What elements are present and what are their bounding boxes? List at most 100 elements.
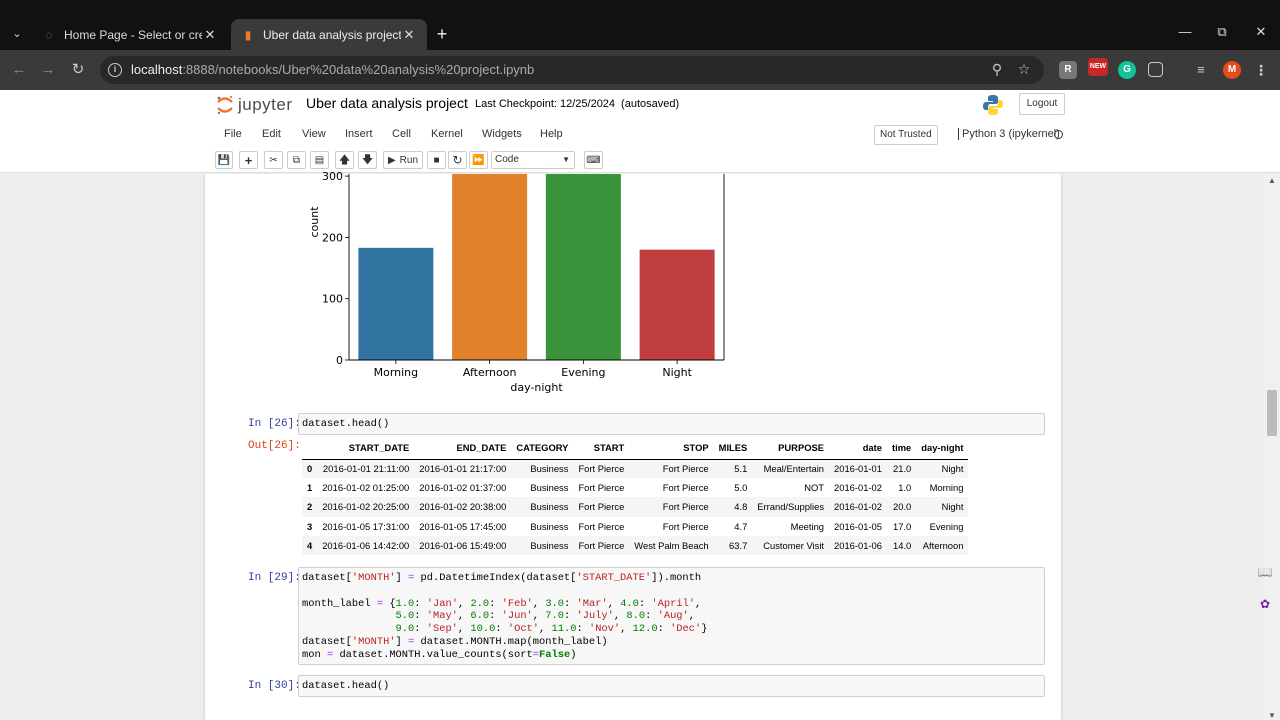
table-cell: Fort Pierce [662, 482, 709, 494]
page-scrollbar[interactable]: ▲ ▼ [1264, 174, 1280, 720]
column-header: day-night [916, 437, 969, 460]
table-cell: Night [916, 459, 969, 479]
save-icon[interactable]: 💾 [215, 151, 233, 169]
url-text[interactable]: localhost:8888/notebooks/Uber%20data%20a… [131, 62, 534, 77]
column-header: time [886, 437, 917, 460]
row-index-cell: 4 [302, 535, 318, 555]
table-cell: 2016-01-05 [834, 520, 882, 532]
bar-afternoon [452, 174, 528, 360]
code-cell-29[interactable]: dataset['MONTH'] = pd.DatetimeIndex(data… [298, 567, 1045, 665]
close-window-icon[interactable]: ✕ [1251, 24, 1271, 40]
bookmark-star-icon[interactable]: ☆ [1015, 61, 1033, 78]
scroll-down-arrow-icon[interactable]: ▼ [1268, 711, 1276, 720]
table-cell: 2016-01-06 15:49:00 [414, 535, 512, 555]
table-cell: Meeting [790, 520, 825, 532]
tab-home-page[interactable]: ◌ Home Page - Select or create a ✕ [32, 19, 228, 50]
close-tab-icon[interactable]: ✕ [401, 27, 417, 43]
y-tick-label: 300 [322, 170, 343, 183]
address-bar[interactable]: i localhost:8888/notebooks/Uber%20data%2… [100, 56, 1044, 84]
trust-status-button[interactable]: Not Trusted [874, 125, 938, 145]
table-row: 1 2016-01-02 01:25:00 2016-01-02 01:37:00 B… [302, 478, 968, 497]
side-book-icon[interactable]: 📖 [1256, 563, 1274, 581]
reading-list-icon[interactable]: ≡ [1192, 61, 1210, 79]
table-cell: 2016-01-06 [829, 535, 887, 555]
table-cell: Fort Pierce [662, 520, 709, 532]
code-line: dataset['MONTH'] = dataset.MONTH.map(mon… [302, 635, 608, 648]
jupyter-header: jupyter Uber data analysis project Last … [0, 90, 1280, 124]
menu-help[interactable]: Help [540, 128, 563, 140]
jupyter-logo[interactable]: jupyter [216, 94, 293, 116]
code-line: mon = dataset.MONTH.value_counts(sort=Fa… [302, 648, 577, 661]
table-cell: Fort Pierce [629, 459, 714, 479]
table-header-row: START_DATE END_DATE CATEGORY START STOP MILES… [302, 437, 969, 460]
menu-insert[interactable]: Insert [345, 128, 373, 140]
y-tick-label: 0 [336, 354, 343, 367]
site-info-icon[interactable]: i [108, 63, 122, 77]
checkpoint-text: Last Checkpoint: 12/25/2024 [475, 98, 616, 110]
code-line: dataset['MONTH'] = pd.DatetimeIndex(data… [302, 572, 702, 584]
bar-night [639, 249, 715, 360]
scrollbar-thumb[interactable] [1267, 390, 1277, 436]
kernel-idle-indicator-icon [1054, 130, 1063, 139]
table-cell: NOT [804, 482, 825, 494]
profile-avatar[interactable]: M [1223, 61, 1241, 79]
column-header: START [573, 437, 630, 460]
table-cell: 2016-01-02 20:38:00 [414, 497, 512, 517]
tab-search-chevron-icon[interactable]: ⌄ [6, 22, 28, 44]
table-cell: Meal/Entertain [752, 459, 830, 479]
table-cell: Morning [929, 482, 964, 494]
back-arrow-icon[interactable]: ← [9, 60, 29, 80]
close-tab-icon[interactable]: ✕ [202, 27, 218, 43]
dataframe-output-table: START_DATE END_DATE CATEGORY START STOP MILES… [302, 437, 969, 555]
restore-icon[interactable]: ⧉ [1212, 24, 1232, 40]
side-ai-brain-icon[interactable]: ✿ [1256, 595, 1274, 613]
notebook-menubar: File Edit View Insert Cell Kernel Widget… [0, 124, 1280, 148]
grammarly-icon[interactable]: G [1118, 61, 1136, 79]
table-cell: Customer Visit [752, 535, 830, 555]
menu-widgets[interactable]: Widgets [482, 128, 522, 140]
new-badge-extension-icon[interactable]: NEW [1088, 58, 1108, 76]
new-tab-plus-icon[interactable]: + [431, 23, 453, 45]
code-cell-26[interactable]: dataset.head() [298, 413, 1045, 435]
zoom-magnifier-icon[interactable]: ⚲ [988, 61, 1006, 78]
code-cell-30[interactable]: dataset.head() [298, 675, 1045, 697]
jupyter-favicon-icon: ◌ [45, 27, 53, 42]
table-cell: 2016-01-01 [829, 459, 887, 479]
menu-edit[interactable]: Edit [262, 128, 281, 140]
extensions-puzzle-icon[interactable] [1148, 62, 1163, 77]
table-cell: Night [916, 497, 969, 517]
table-cell: Business [530, 520, 569, 532]
table-cell: 1.0 [898, 482, 912, 494]
menu-file[interactable]: File [224, 128, 242, 140]
autosave-status: (autosaved) [621, 98, 680, 110]
notebook-favicon-icon: ▮ [244, 27, 252, 42]
forward-arrow-icon[interactable]: → [38, 60, 58, 80]
row-index-cell: 2 [302, 497, 318, 517]
kernel-name[interactable]: Python 3 (ipykernel) [958, 128, 1060, 140]
table-cell: 2016-01-01 21:17:00 [414, 459, 512, 479]
table-row: 2 2016-01-02 20:25:00 2016-01-02 20:38:00 B… [302, 497, 969, 517]
table-cell: 63.7 [713, 535, 753, 555]
table-cell: Evening [929, 520, 964, 532]
cut-scissors-icon[interactable]: ✂ [264, 151, 283, 169]
scroll-up-arrow-icon[interactable]: ▲ [1268, 176, 1276, 185]
menu-kernel[interactable]: Kernel [431, 128, 463, 140]
table-cell: Fort Pierce [629, 497, 714, 517]
extension-icon[interactable]: R [1059, 61, 1077, 79]
table-cell: 2016-01-01 21:11:00 [317, 459, 415, 479]
notebook-title[interactable]: Uber data analysis project [306, 95, 468, 111]
table-cell: Business [511, 459, 574, 479]
in-prompt-26: In [26]: [248, 418, 301, 430]
table-cell: 5.0 [734, 482, 748, 494]
reload-icon[interactable]: ↻ [68, 60, 88, 80]
url-path: :8888/notebooks/Uber%20data%20analysis%2… [182, 62, 535, 77]
x-tick-label: Morning [374, 366, 419, 379]
y-tick-label: 100 [322, 293, 343, 306]
insert-cell-plus-icon[interactable]: + [239, 151, 258, 169]
menu-view[interactable]: View [302, 128, 326, 140]
tab-uber-notebook[interactable]: ▮ Uber data analysis project - Jup ✕ [231, 19, 427, 50]
kebab-menu-icon[interactable]: ⋮ [1252, 61, 1270, 79]
logout-button[interactable]: Logout [1019, 93, 1065, 115]
menu-cell[interactable]: Cell [392, 128, 411, 140]
minimize-icon[interactable]: — [1175, 24, 1195, 39]
